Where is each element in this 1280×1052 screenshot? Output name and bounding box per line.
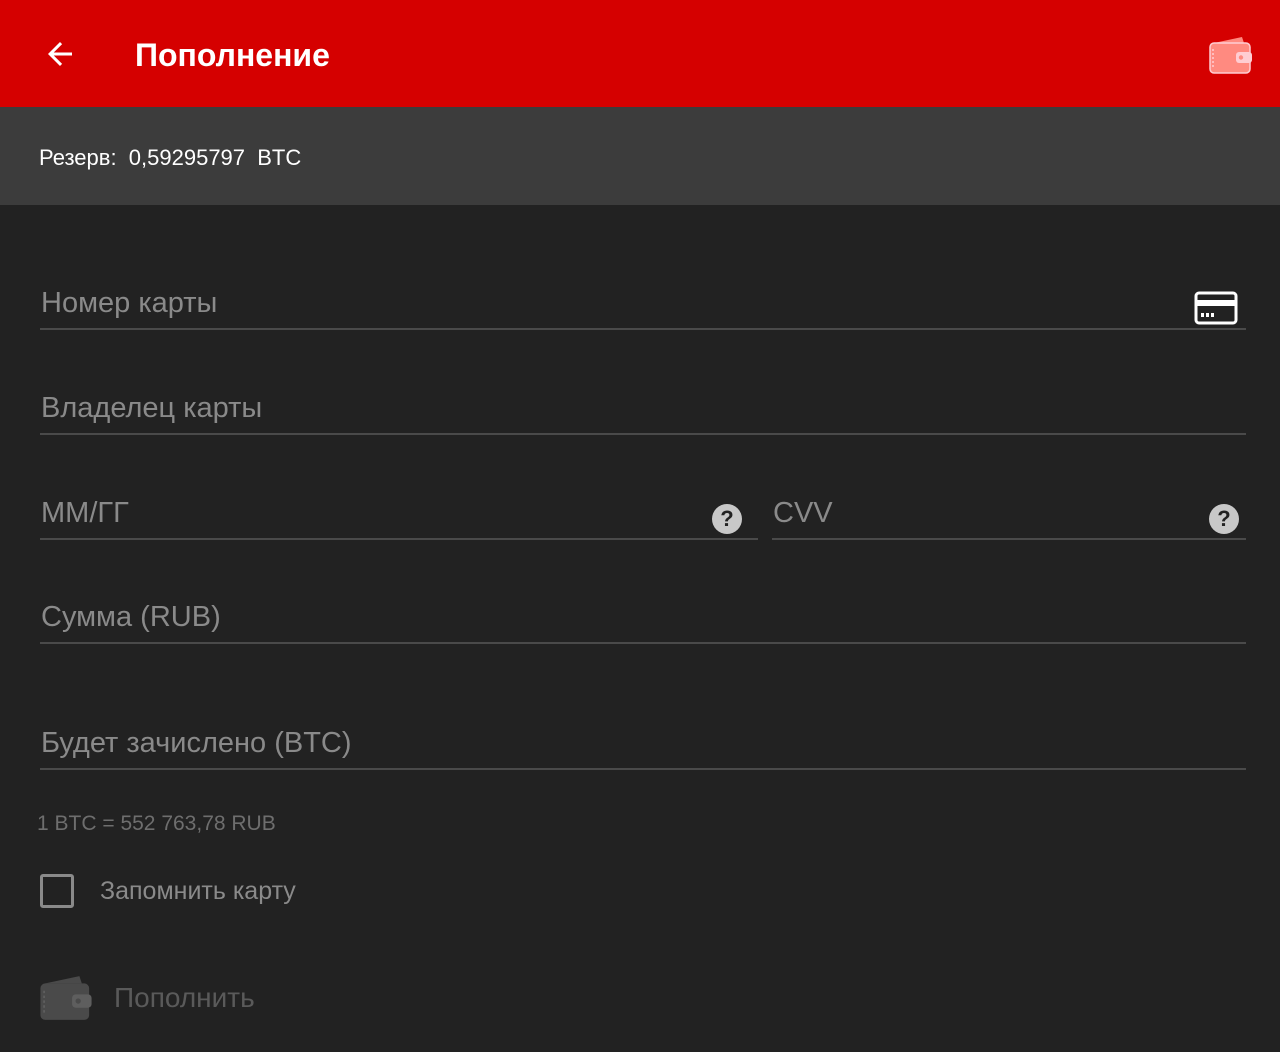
card-holder-field xyxy=(40,375,1246,435)
scan-card-button[interactable] xyxy=(1194,290,1238,326)
back-button[interactable] xyxy=(28,24,92,84)
wallet-icon xyxy=(40,976,92,1020)
top-up-button[interactable]: Пополнить xyxy=(32,966,292,1030)
cvv-help-icon[interactable]: ? xyxy=(1209,504,1239,534)
arrow-left-icon xyxy=(48,42,72,66)
card-holder-input[interactable] xyxy=(40,392,1246,425)
top-up-button-label: Пополнить xyxy=(114,982,255,1013)
app-bar: Пополнение xyxy=(0,0,1280,107)
card-number-input[interactable] xyxy=(40,287,1246,320)
wallet-button[interactable] xyxy=(1202,28,1260,82)
amount-field xyxy=(40,584,1246,644)
credit-card-icon xyxy=(1194,291,1238,325)
wallet-icon xyxy=(1209,37,1252,74)
amount-input[interactable] xyxy=(40,601,1246,634)
reserve-balance: Резерв: 0,59295797 BTC xyxy=(39,145,302,170)
expiry-help-icon[interactable]: ? xyxy=(712,504,742,534)
cvv-input[interactable] xyxy=(772,497,1246,530)
cvv-field: ? xyxy=(772,480,1246,540)
exchange-rate: 1 BTC = 552 763,78 RUB xyxy=(37,812,276,835)
credited-input[interactable] xyxy=(40,727,1246,760)
expiry-field: ? xyxy=(40,480,758,540)
remember-card-checkbox[interactable] xyxy=(40,874,74,908)
card-number-field xyxy=(40,270,1246,330)
expiry-input[interactable] xyxy=(40,497,758,530)
page-title: Пополнение xyxy=(135,37,330,73)
credited-field xyxy=(40,709,1246,770)
remember-card-label[interactable]: Запомнить карту xyxy=(100,876,296,906)
